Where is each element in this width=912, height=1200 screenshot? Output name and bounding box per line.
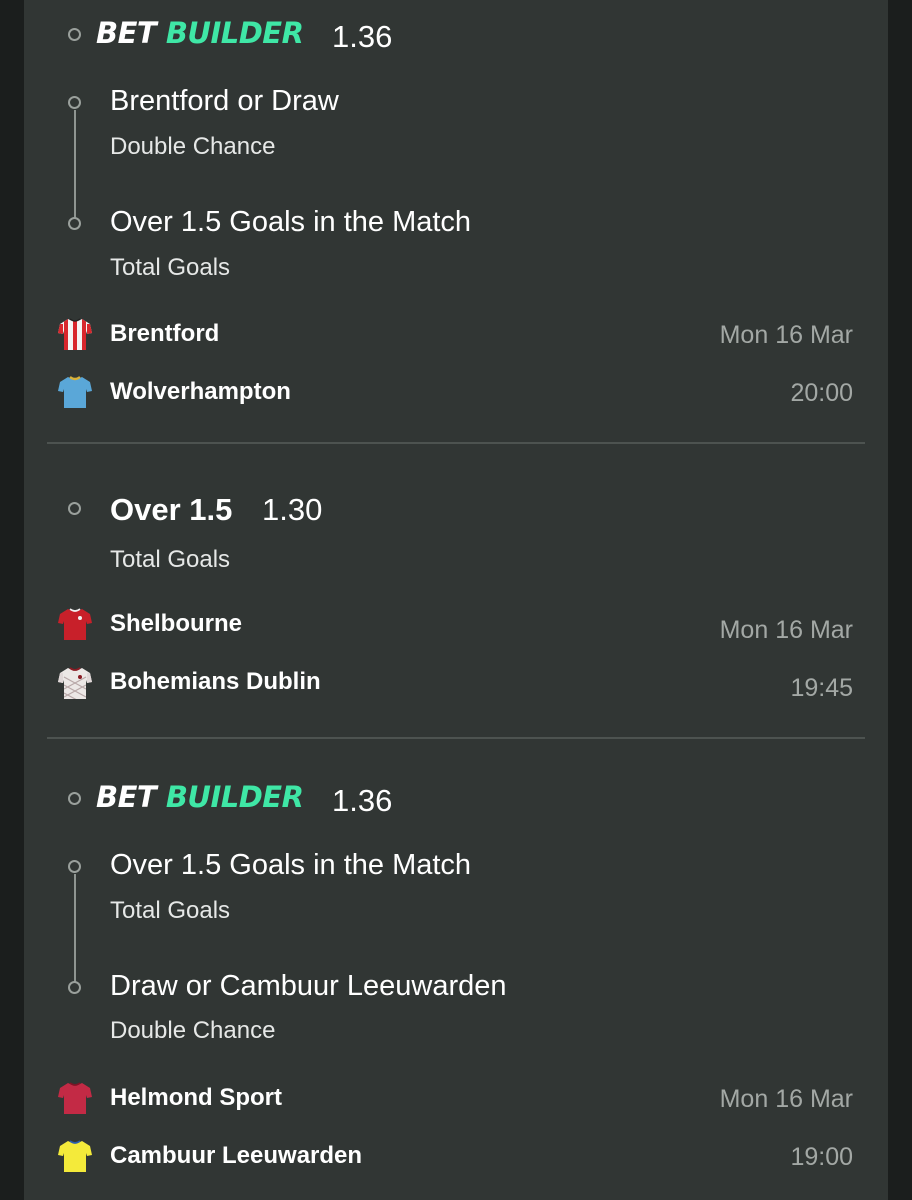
home-team-name: Brentford — [110, 320, 220, 347]
leg-marker-icon — [68, 217, 81, 230]
selection-title: Draw or Cambuur Leeuwarden — [110, 970, 507, 1002]
selection-market: Total Goals — [110, 897, 231, 924]
away-team-name: Wolverhampton — [110, 378, 291, 405]
bet-odds: 1.36 — [332, 19, 393, 54]
bet-builder-logo-builder: BUILDER — [165, 16, 304, 50]
bet-odds: 1.30 — [262, 492, 323, 527]
bet-builder-logo-bet: BET — [96, 16, 157, 50]
bet-odds: 1.36 — [332, 783, 393, 818]
leg-marker-icon — [68, 981, 81, 994]
bet-builder-logo-bet: BET — [96, 780, 157, 814]
striped-red-white-shirt-icon — [58, 318, 92, 350]
match-time: 20:00 — [790, 379, 853, 407]
home-team-name: Helmond Sport — [110, 1084, 282, 1111]
match-time: 19:45 — [790, 674, 853, 702]
selection-market: Double Chance — [110, 1017, 276, 1044]
selection-marker-icon — [68, 502, 81, 515]
selection-marker-icon — [68, 28, 81, 41]
white-patterned-shirt-icon — [58, 667, 92, 699]
selection-market: Double Chance — [110, 133, 276, 160]
match-date: Mon 16 Mar — [719, 321, 853, 349]
red-shirt-icon — [58, 608, 92, 640]
selection-market: Total Goals — [110, 546, 231, 573]
selection-market: Total Goals — [110, 254, 231, 281]
bet-builder-logo: BET BUILDER — [96, 780, 304, 814]
match-time: 19:00 — [790, 1143, 853, 1171]
bet-builder-logo-builder: BUILDER — [165, 780, 304, 814]
bet-builder-logo: BET BUILDER — [96, 16, 304, 50]
crimson-shirt-icon — [58, 1082, 92, 1114]
leg-marker-icon — [68, 860, 81, 873]
away-team-name: Cambuur Leeuwarden — [110, 1142, 363, 1169]
leg-marker-icon — [68, 96, 81, 109]
selection-title: Over 1.5 — [110, 492, 233, 527]
bet-divider — [47, 737, 865, 739]
yellow-shirt-icon — [58, 1140, 92, 1172]
away-team-name: Bohemians Dublin — [110, 668, 321, 695]
match-date: Mon 16 Mar — [719, 616, 853, 644]
bet-divider — [47, 442, 865, 444]
leg-connector-line — [74, 110, 76, 222]
selection-title: Over 1.5 Goals in the Match — [110, 849, 472, 881]
selection-marker-icon — [68, 792, 81, 805]
selection-title: Brentford or Draw — [110, 85, 339, 117]
leg-connector-line — [74, 874, 76, 987]
betslip-panel: BET BUILDER 1.36 Brentford or Draw Doubl… — [24, 0, 888, 1200]
selection-title: Over 1.5 Goals in the Match — [110, 206, 472, 238]
light-blue-shirt-icon — [58, 376, 92, 408]
match-date: Mon 16 Mar — [719, 1085, 853, 1113]
home-team-name: Shelbourne — [110, 610, 243, 637]
